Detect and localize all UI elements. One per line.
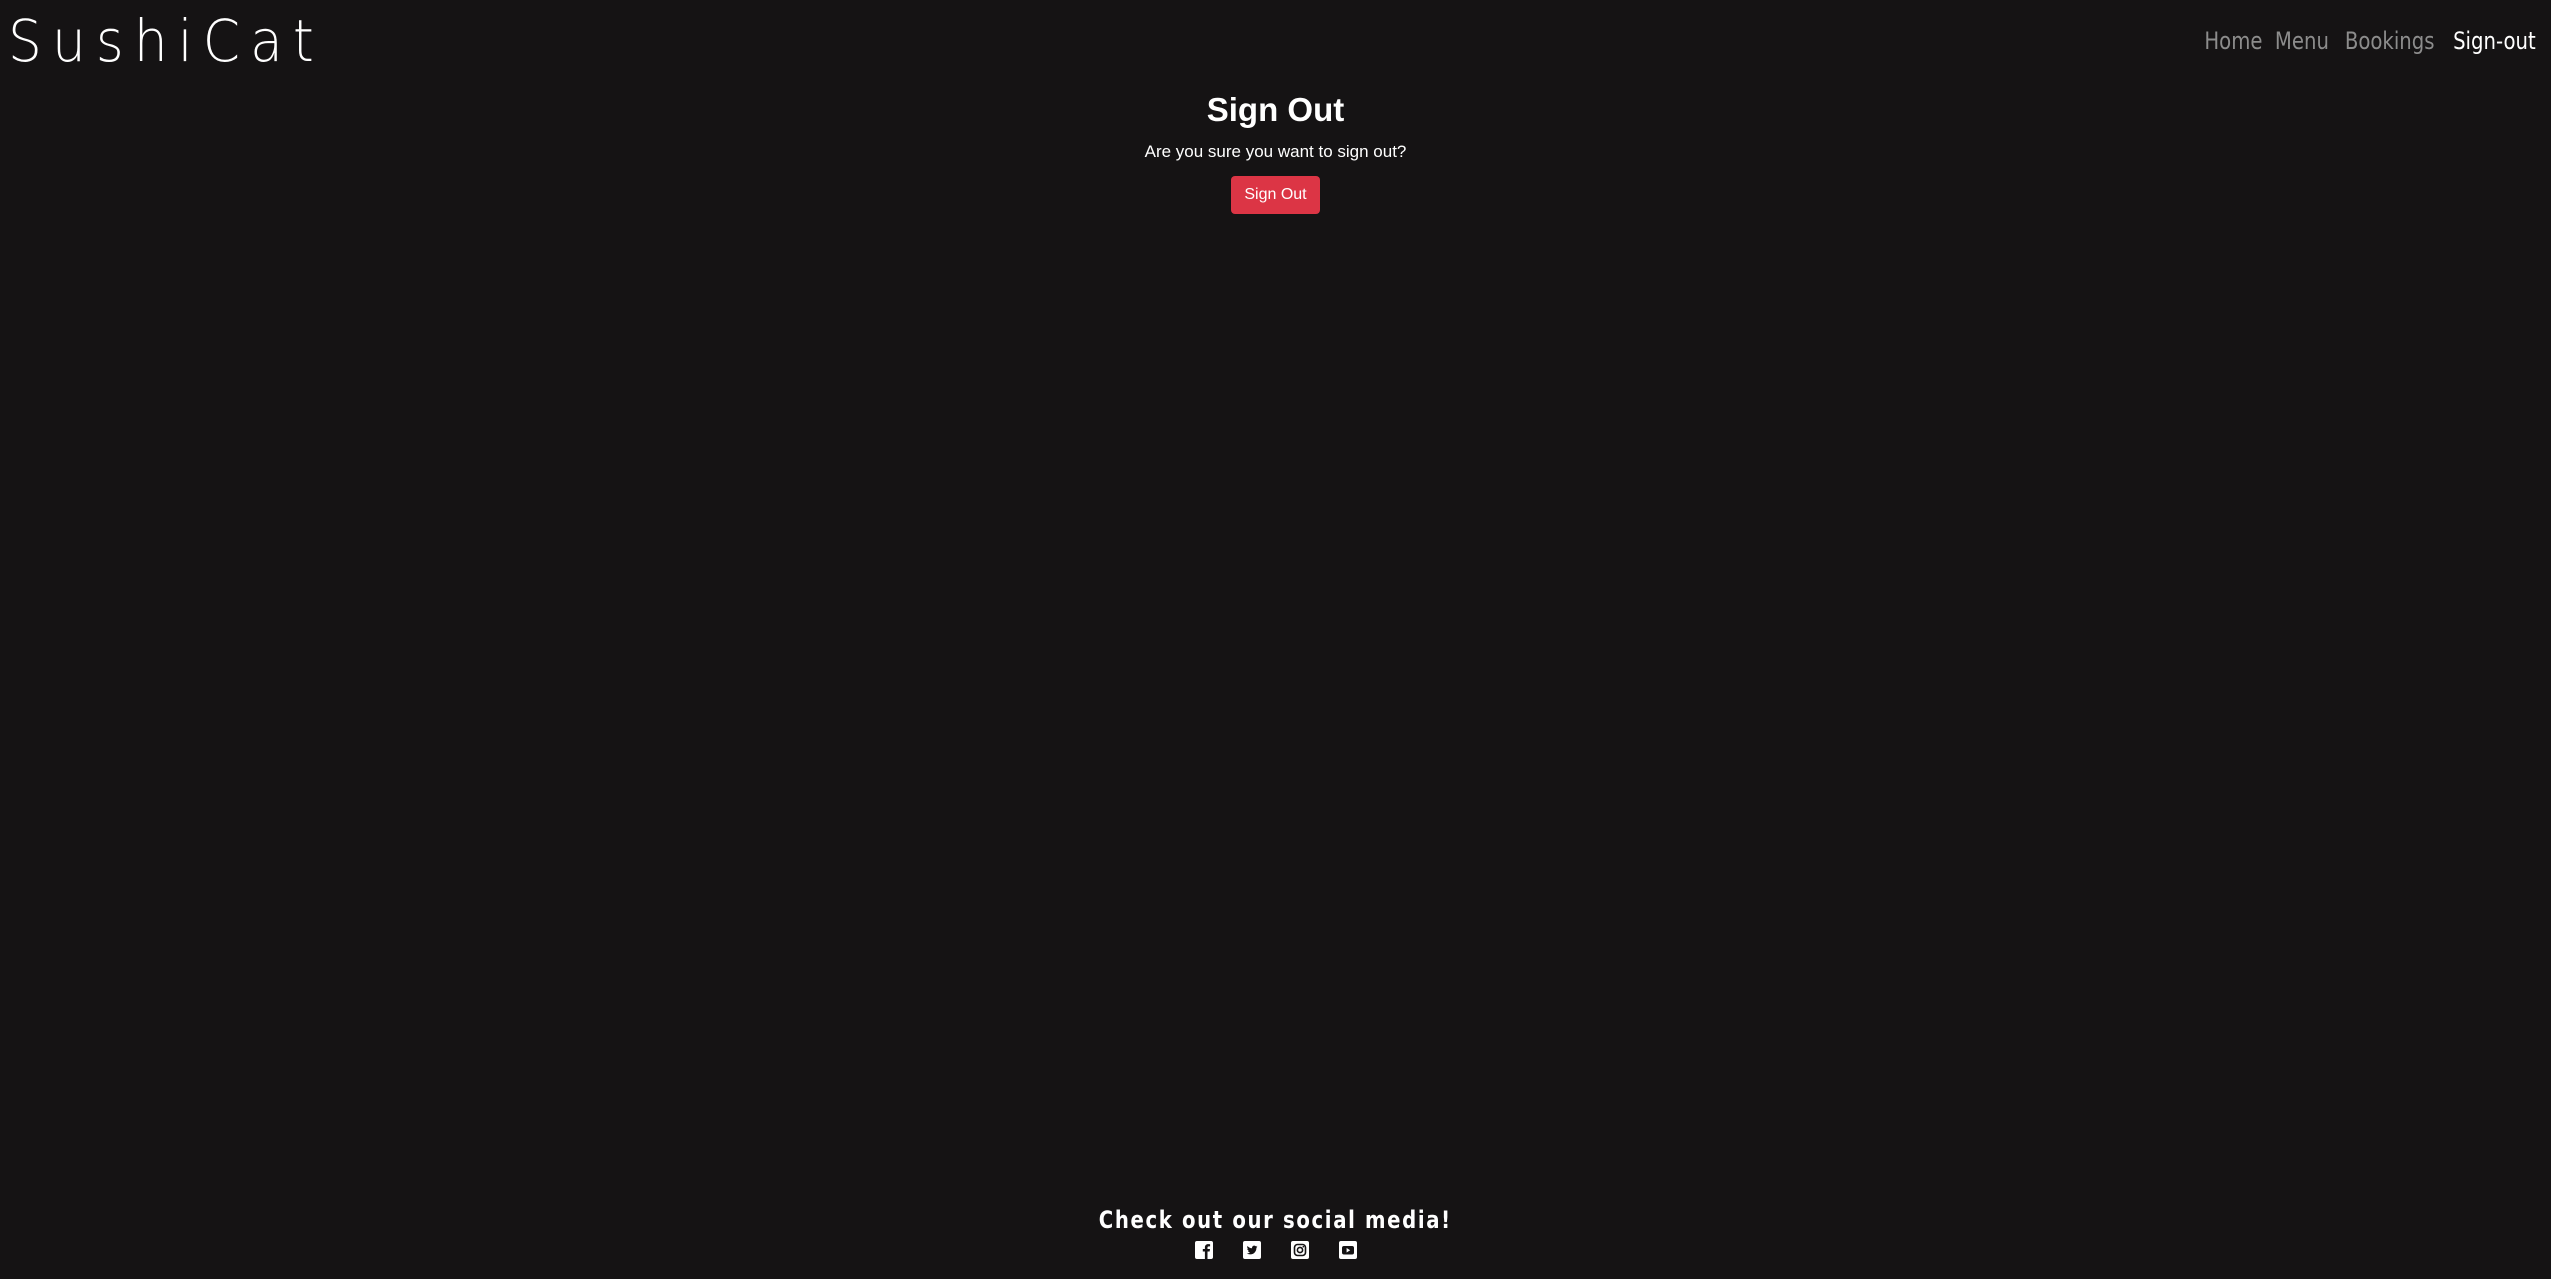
navbar: SushiCat Home Menu Bookings Sign-out [0, 0, 2551, 82]
sign-out-button[interactable]: Sign Out [1231, 176, 1320, 214]
footer-title: Check out our social media! [1098, 1206, 1453, 1234]
nav-links: Home Menu Bookings Sign-out [2204, 24, 2537, 58]
brand-logo[interactable]: SushiCat [8, 6, 324, 76]
page: SushiCat Home Menu Bookings Sign-out Sig… [0, 0, 2551, 1279]
nav-item-sign-out[interactable]: Sign-out [2453, 24, 2536, 58]
social-links [0, 1240, 2551, 1260]
youtube-icon[interactable] [1338, 1240, 1358, 1260]
main-content: Sign Out Are you sure you want to sign o… [0, 86, 2551, 214]
twitter-icon[interactable] [1242, 1240, 1262, 1260]
sign-out-prompt: Are you sure you want to sign out? [1144, 142, 1407, 161]
nav-item-bookings[interactable]: Bookings [2345, 24, 2435, 58]
footer: Check out our social media! [0, 1200, 2551, 1260]
page-title: Sign Out [1206, 91, 1345, 128]
instagram-icon[interactable] [1290, 1240, 1310, 1260]
nav-item-home[interactable]: Home [2204, 24, 2262, 58]
facebook-icon[interactable] [1194, 1240, 1214, 1260]
nav-item-menu[interactable]: Menu [2275, 24, 2329, 58]
